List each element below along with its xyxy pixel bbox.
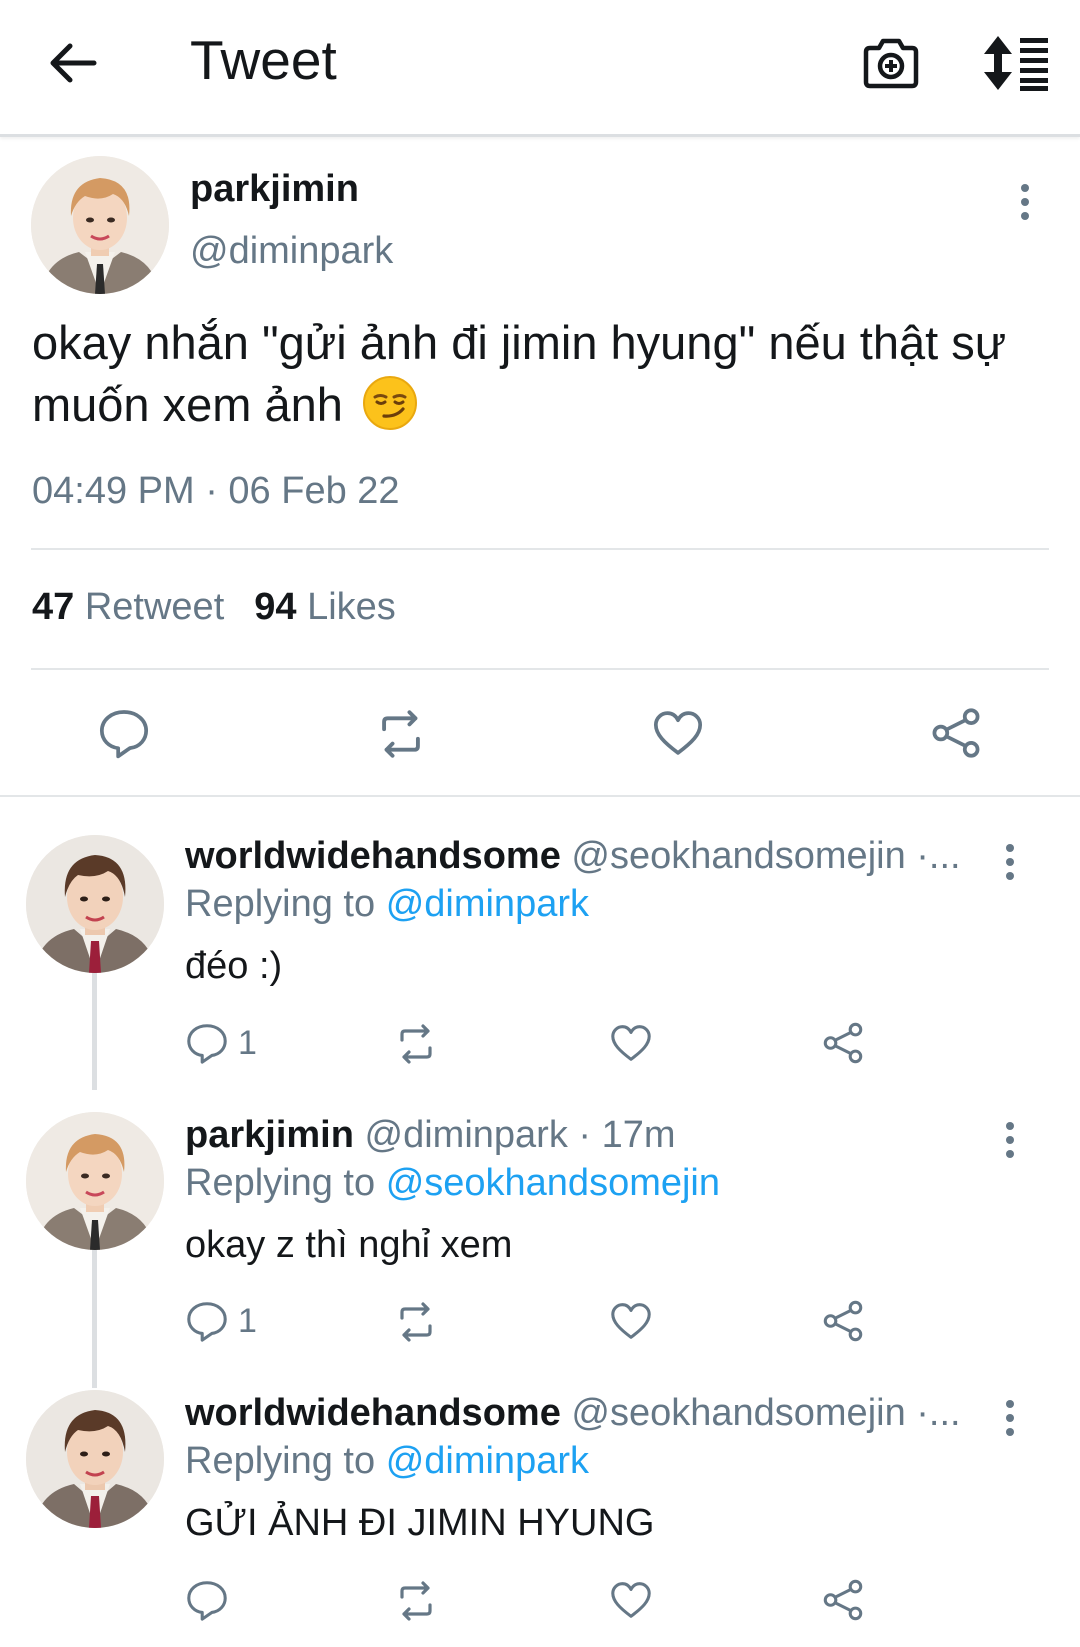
reply-icon <box>96 705 152 761</box>
replying-label: Replying to <box>185 1162 376 1204</box>
tweet-timestamp: 04:49 PM · 06 Feb 22 <box>32 470 400 512</box>
tweet-body: okay nhắn "gửi ảnh đi jimin hyung" nếu t… <box>32 316 1007 431</box>
share-icon <box>820 1298 866 1344</box>
smirk-emoji-icon <box>362 376 417 430</box>
tweet-action-bar <box>0 705 1080 765</box>
reply-author-handle[interactable]: @seokhandsomejin ·... <box>571 1392 960 1434</box>
retweet-icon <box>392 1020 440 1068</box>
thread-connector <box>92 1248 97 1388</box>
replying-to: Replying to @diminpark <box>185 1440 589 1483</box>
share-icon <box>820 1577 866 1623</box>
more-options-button[interactable] <box>995 1120 1025 1160</box>
reply-count: 1 <box>238 1302 257 1340</box>
replying-to: Replying to @diminpark <box>185 883 589 926</box>
divider <box>31 668 1049 670</box>
reply-author-name[interactable]: worldwidehandsome <box>185 835 561 877</box>
retweet-stat[interactable]: 47 Retweet <box>32 586 224 628</box>
reply-header: worldwidehandsome @seokhandsomejin ·... <box>185 835 975 878</box>
heart-icon <box>608 1577 654 1623</box>
back-button[interactable] <box>46 36 100 90</box>
arrow-left-icon <box>50 43 97 83</box>
more-options-button[interactable] <box>1010 182 1040 222</box>
top-app-bar: Tweet <box>0 0 1080 137</box>
likes-label: Likes <box>307 586 396 628</box>
reply-author-handle[interactable]: @diminpark · 17m <box>365 1114 676 1156</box>
heart-icon <box>608 1020 654 1066</box>
reply-button[interactable] <box>184 1298 230 1349</box>
reply-author-name[interactable]: worldwidehandsome <box>185 1392 561 1434</box>
reply-text: GỬI ẢNH ĐI JIMIN HYUNG <box>185 1502 655 1544</box>
retweet-icon <box>392 1577 440 1625</box>
reply-author-name[interactable]: parkjimin <box>185 1114 354 1156</box>
reply-action-bar: 1 <box>180 1020 880 1070</box>
avatar[interactable] <box>31 156 169 294</box>
heart-icon <box>608 1298 654 1344</box>
camera-plus-icon <box>863 38 919 89</box>
retweet-icon <box>372 705 430 763</box>
retweet-label: Retweet <box>84 586 225 628</box>
share-button[interactable] <box>820 1577 866 1628</box>
author-handle[interactable]: @diminpark <box>190 230 393 273</box>
divider <box>31 548 1049 550</box>
mention-link[interactable]: @diminpark <box>386 883 589 925</box>
retweet-button[interactable] <box>392 1577 440 1630</box>
share-icon <box>928 705 984 761</box>
reply-count: 1 <box>238 1024 257 1062</box>
retweet-button[interactable] <box>392 1020 440 1073</box>
reply-action-bar <box>180 1577 880 1627</box>
like-button[interactable] <box>650 705 706 766</box>
replying-label: Replying to <box>185 883 376 925</box>
reply-button[interactable] <box>184 1577 230 1628</box>
tweet-stats: 47 Retweet 94 Likes <box>32 586 396 629</box>
more-options-button[interactable] <box>995 1398 1025 1438</box>
reply-text: đéo :) <box>185 945 283 987</box>
reply-text: okay z thì nghỉ xem <box>185 1224 513 1266</box>
like-button[interactable] <box>608 1020 654 1071</box>
more-vertical-icon <box>1010 182 1040 222</box>
replying-to: Replying to @seokhandsomejin <box>185 1162 720 1205</box>
camera-button[interactable] <box>862 34 920 92</box>
replying-label: Replying to <box>185 1440 376 1482</box>
share-button[interactable] <box>820 1020 866 1071</box>
more-vertical-icon <box>995 842 1025 882</box>
reply-button[interactable] <box>96 705 152 766</box>
avatar[interactable] <box>26 1112 164 1250</box>
more-vertical-icon <box>995 1398 1025 1438</box>
sort-button[interactable] <box>982 34 1050 92</box>
likes-stat[interactable]: 94 Likes <box>254 586 396 628</box>
thread-connector <box>92 970 97 1090</box>
likes-count: 94 <box>254 586 297 628</box>
heart-icon <box>650 705 706 761</box>
reply-header: worldwidehandsome @seokhandsomejin ·... <box>185 1392 975 1435</box>
tweet-text: okay nhắn "gửi ảnh đi jimin hyung" nếu t… <box>32 312 1052 436</box>
retweet-button[interactable] <box>392 1298 440 1351</box>
more-vertical-icon <box>995 1120 1025 1160</box>
like-button[interactable] <box>608 1577 654 1628</box>
reply-button[interactable] <box>184 1020 230 1071</box>
share-button[interactable] <box>928 705 984 766</box>
mention-link[interactable]: @seokhandsomejin <box>386 1162 720 1204</box>
avatar[interactable] <box>26 835 164 973</box>
mention-link[interactable]: @diminpark <box>386 1440 589 1482</box>
share-icon <box>820 1020 866 1066</box>
retweet-icon <box>392 1298 440 1346</box>
reply-icon <box>184 1577 230 1623</box>
reply-icon <box>184 1298 230 1344</box>
reply-header: parkjimin @diminpark · 17m <box>185 1114 975 1157</box>
like-button[interactable] <box>608 1298 654 1349</box>
share-button[interactable] <box>820 1298 866 1349</box>
retweet-count: 47 <box>32 586 75 628</box>
author-name[interactable]: parkjimin <box>190 168 359 211</box>
page-title: Tweet <box>190 29 337 91</box>
avatar[interactable] <box>26 1390 164 1528</box>
retweet-button[interactable] <box>372 705 430 768</box>
divider <box>0 795 1080 797</box>
reply-icon <box>184 1020 230 1066</box>
more-options-button[interactable] <box>995 842 1025 882</box>
reply-author-handle[interactable]: @seokhandsomejin ·... <box>571 835 960 877</box>
sort-list-icon <box>984 36 1048 91</box>
reply-action-bar: 1 <box>180 1298 880 1348</box>
